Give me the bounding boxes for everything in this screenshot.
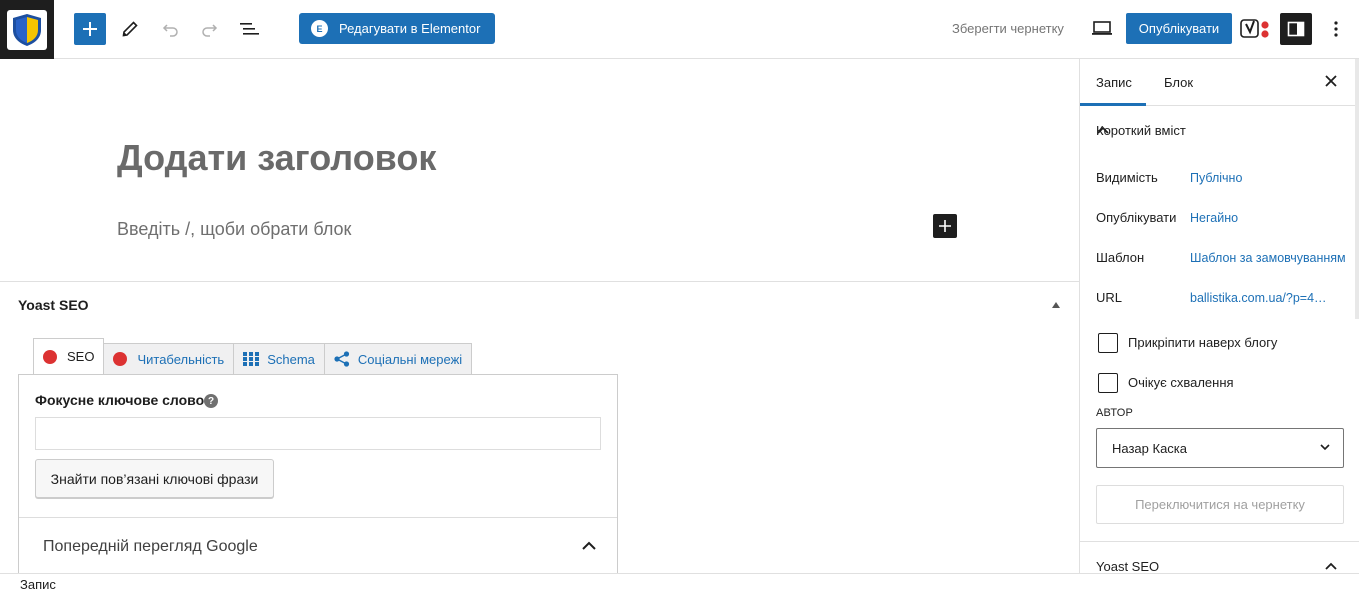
author-selected-value: Назар Каска [1112, 441, 1188, 456]
tab-seo[interactable]: SEO [33, 338, 105, 374]
grid-icon [243, 351, 260, 367]
pencil-icon [122, 21, 138, 37]
close-icon[interactable] [1324, 74, 1338, 93]
site-logo-button[interactable] [0, 0, 54, 59]
author-label: АВТОР [1096, 407, 1134, 419]
tab-post[interactable]: Запис [1096, 75, 1132, 90]
yoast-metabox: Yoast SEO SEO Читабельність Schema Соціа… [0, 281, 1079, 574]
metabox-title: Yoast SEO [18, 297, 89, 313]
sidebar-scrollbar[interactable] [1355, 59, 1359, 319]
url-label: URL [1096, 290, 1123, 305]
laptop-icon [1092, 21, 1112, 35]
list-view-icon [240, 23, 259, 35]
tools-button[interactable] [118, 13, 142, 45]
settings-button[interactable] [1280, 13, 1312, 45]
pending-review-label[interactable]: Очікує схвалення [1128, 375, 1234, 390]
seo-score-dot-icon [43, 349, 57, 364]
help-icon[interactable]: ? [204, 394, 218, 408]
more-vertical-icon [1334, 21, 1338, 37]
collapse-metabox-icon[interactable] [1052, 302, 1060, 308]
plus-icon [939, 220, 951, 232]
plus-icon [83, 22, 97, 36]
add-block-button[interactable] [74, 13, 106, 45]
visibility-value-link[interactable]: Публічно [1190, 171, 1242, 185]
redo-icon [202, 24, 218, 37]
publish-button[interactable]: Опублікувати [1126, 13, 1232, 44]
sticky-checkbox[interactable] [1098, 333, 1118, 353]
editor-toolbar: E Редагувати в Elementor Зберегти чернет… [0, 0, 1359, 59]
publish-label: Опублікувати [1096, 210, 1177, 225]
redo-button[interactable] [198, 13, 222, 45]
author-select[interactable]: Назар Каска [1096, 428, 1344, 468]
tab-label: SEO [67, 349, 95, 364]
chevron-up-icon [1324, 559, 1338, 573]
google-preview-section[interactable]: Попередній перегляд Google [19, 517, 617, 575]
yoast-panel-title: Yoast SEO [1096, 559, 1160, 573]
switch-to-draft-button[interactable]: Переключитися на чернетку [1096, 485, 1344, 524]
tab-label: Соціальні мережі [357, 351, 463, 367]
google-preview-label: Попередній перегляд Google [43, 538, 258, 555]
settings-sidebar: Запис Блок Короткий вміст Видимість Публ… [1079, 59, 1359, 573]
editor-canvas: Додати заголовок Введіть /, щоби обрати … [0, 59, 1079, 281]
chevron-down-icon [1319, 441, 1331, 456]
sidebar-toggle-icon [1287, 21, 1305, 37]
template-label: Шаблон [1096, 250, 1145, 265]
publish-date-link[interactable]: Негайно [1190, 211, 1238, 225]
yoast-sidebar-button[interactable] [1240, 15, 1270, 43]
block-breadcrumb: Запис [0, 573, 1359, 591]
tab-label: Schema [267, 351, 315, 367]
tab-label: Читабельність [137, 351, 225, 367]
edit-with-elementor-button[interactable]: E Редагувати в Elementor [299, 13, 495, 44]
inline-add-block-button[interactable] [933, 214, 957, 238]
readability-score-dot-icon [113, 352, 128, 366]
focus-keyword-input[interactable] [35, 417, 601, 450]
tab-schema[interactable]: Schema [233, 343, 325, 374]
yoast-tabs: SEO Читабельність Schema Соціальні мереж… [33, 338, 473, 375]
template-value-link[interactable]: Шаблон за замовчуванням [1190, 251, 1346, 265]
post-title-input[interactable]: Додати заголовок [117, 137, 436, 179]
sidebar-tabs: Запис Блок [1080, 59, 1359, 106]
seo-panel: Фокусне ключове слово ? Знайти пов’язані… [18, 374, 618, 574]
breadcrumb-item[interactable]: Запис [20, 577, 56, 591]
tab-social[interactable]: Соціальні мережі [323, 343, 473, 374]
undo-icon [162, 24, 178, 37]
save-draft-button[interactable]: Зберегти чернетку [952, 21, 1064, 36]
pending-review-checkbox[interactable] [1098, 373, 1118, 393]
document-overview-button[interactable] [238, 13, 262, 45]
chevron-up-icon[interactable] [582, 538, 596, 556]
tab-readability[interactable]: Читабельність [103, 343, 235, 374]
yoast-sidebar-panel-header[interactable]: Yoast SEO [1080, 541, 1359, 573]
focus-keyword-label: Фокусне ключове слово [35, 392, 205, 408]
url-value-link[interactable]: ballistika.com.ua/?p=4… [1190, 291, 1327, 305]
options-button[interactable] [1326, 13, 1346, 45]
preview-button[interactable] [1089, 15, 1115, 41]
elementor-icon: E [311, 20, 328, 37]
default-block-appender[interactable]: Введіть /, щоби обрати блок [117, 219, 351, 240]
visibility-label: Видимість [1096, 170, 1158, 185]
chevron-up-icon [1096, 123, 1110, 138]
tab-block[interactable]: Блок [1164, 75, 1193, 90]
yoast-logo-icon [1240, 19, 1269, 38]
shield-logo-icon [7, 10, 47, 50]
sticky-checkbox-label[interactable]: Прикріпити наверх блогу [1128, 335, 1277, 350]
elementor-button-label: Редагувати в Elementor [339, 21, 481, 36]
share-icon [334, 351, 350, 367]
summary-panel-header[interactable]: Короткий вміст [1080, 106, 1359, 152]
undo-button[interactable] [158, 13, 182, 45]
get-related-keyphrases-button[interactable]: Знайти пов’язані ключові фрази [35, 459, 274, 498]
